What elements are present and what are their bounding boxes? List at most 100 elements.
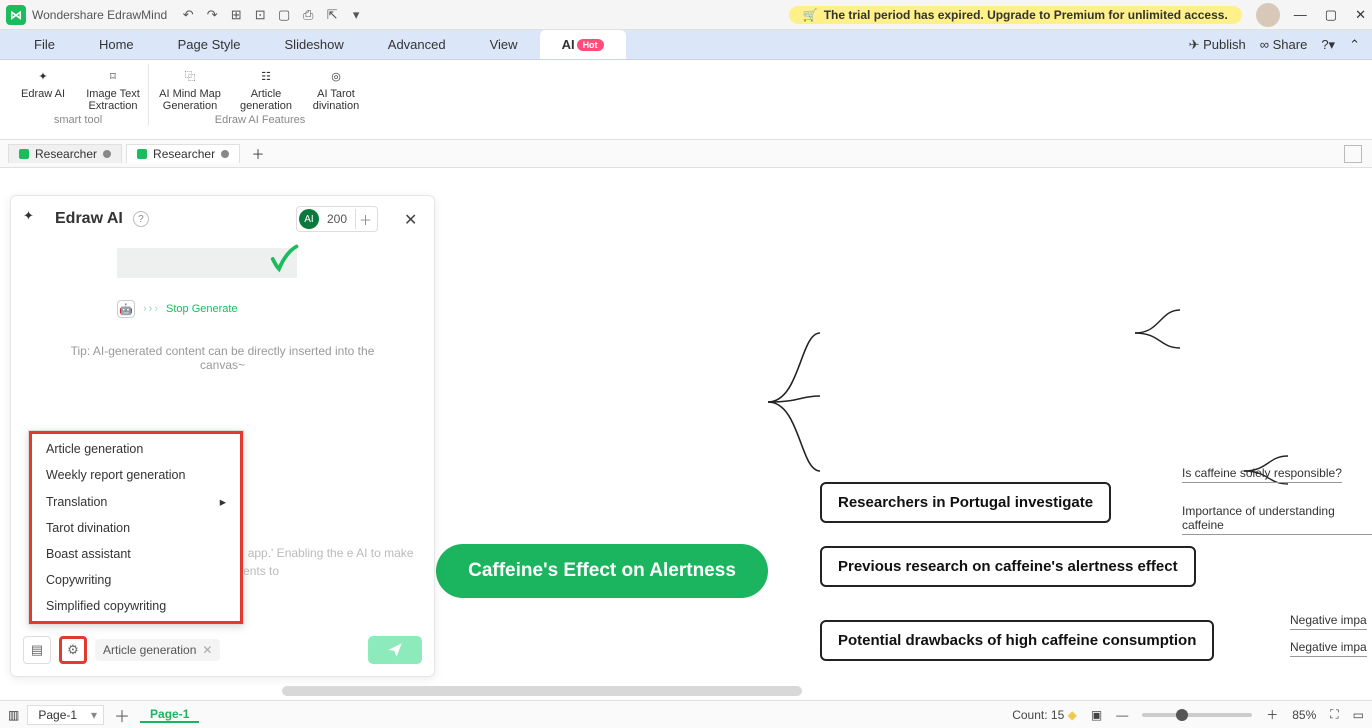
mindmap-leaf-1[interactable]: Is caffeine solely responsible? (1182, 466, 1342, 483)
tab-researcher-1[interactable]: Researcher (8, 144, 122, 163)
edraw-ai-button[interactable]: ✦ Edraw AI (14, 64, 72, 112)
close-icon[interactable]: ✕ (1355, 7, 1366, 23)
chip-remove-icon[interactable]: ✕ (202, 643, 212, 657)
ribbon-group-edraw-ai: ⿻ AI Mind Map Generation ☷ Article gener… (149, 64, 371, 126)
trial-text: The trial period has expired. Upgrade to… (824, 8, 1228, 22)
panel-toggle-icon[interactable] (1344, 145, 1362, 163)
page-tab[interactable]: Page-1 (140, 707, 199, 723)
send-button[interactable] (368, 636, 422, 664)
ai-tarot-button[interactable]: ◎ AI Tarot divination (307, 64, 365, 112)
minimize-icon[interactable]: — (1294, 7, 1307, 23)
checkmark-icon (269, 244, 299, 274)
avatar[interactable] (1256, 3, 1280, 27)
menu-file[interactable]: File (12, 30, 77, 59)
maximize-icon[interactable]: ▢ (1325, 7, 1337, 23)
add-page-button[interactable]: ＋ (112, 705, 132, 725)
menu-view[interactable]: View (468, 30, 540, 59)
quick-access-toolbar: ↶ ↷ ⊞ ⊡ ▢ ⎙ ⇱ ▾ (179, 6, 365, 24)
tarot-icon: ◎ (322, 64, 350, 88)
print-icon[interactable]: ⎙ (299, 6, 317, 24)
new-icon[interactable]: ⊞ (227, 6, 245, 24)
save-icon[interactable]: ▢ (275, 6, 293, 24)
image-text-extraction-button[interactable]: ⌑ Image Text Extraction (84, 64, 142, 112)
zoom-out-button[interactable]: — (1116, 708, 1128, 722)
stop-generate-button[interactable]: Stop Generate (166, 303, 238, 315)
app-logo: ⋈ (6, 5, 26, 25)
mindmap-leaf-4[interactable]: Negative impa (1290, 640, 1367, 657)
ai-tip-text: Tip: AI-generated content can be directl… (27, 344, 418, 372)
menu-page-style[interactable]: Page Style (156, 30, 263, 59)
mindmap-node-3[interactable]: Potential drawbacks of high caffeine con… (820, 620, 1214, 661)
outline-toggle-icon[interactable]: ▥ (8, 708, 19, 722)
hot-badge: Hot (577, 39, 604, 51)
zoom-slider[interactable] (1142, 713, 1252, 717)
menu-advanced[interactable]: Advanced (366, 30, 468, 59)
help-button[interactable]: ?▾ (1321, 37, 1335, 53)
doc-icon (19, 149, 29, 159)
ai-mindmap-button[interactable]: ⿻ AI Mind Map Generation (155, 64, 225, 112)
menu-home[interactable]: Home (77, 30, 156, 59)
cm-translation[interactable]: Translation ▸ (32, 488, 240, 515)
tab-label: Researcher (35, 147, 97, 161)
publish-button[interactable]: ✈ Publish (1189, 37, 1246, 53)
ai-panel-footer: ▤ ⚙ Article generation ✕ (11, 628, 434, 676)
help-icon[interactable]: ? (133, 211, 149, 227)
tab-researcher-2[interactable]: Researcher (126, 144, 240, 163)
count-label: Count: 15 ◆ (1012, 708, 1077, 722)
mindmap-node-2[interactable]: Previous research on caffeine's alertnes… (820, 546, 1196, 587)
menu-slideshow[interactable]: Slideshow (263, 30, 366, 59)
cm-weekly-report[interactable]: Weekly report generation (32, 462, 240, 488)
progress-arrows-icon: ››› (143, 303, 158, 315)
send-icon (386, 641, 404, 659)
ai-sparkle-icon: ✦ (23, 208, 45, 230)
mindmap-leaf-2[interactable]: Importance of understanding caffeine (1182, 504, 1372, 535)
chevron-right-icon: ▸ (220, 494, 226, 509)
close-panel-button[interactable]: ✕ (404, 210, 422, 228)
ribbon: ✦ Edraw AI ⌑ Image Text Extraction smart… (0, 60, 1372, 140)
menu-ai[interactable]: AI Hot (540, 30, 626, 59)
cm-article-generation[interactable]: Article generation (32, 436, 240, 462)
cm-tarot[interactable]: Tarot divination (32, 515, 240, 541)
cm-boast[interactable]: Boast assistant (32, 541, 240, 567)
add-tab-button[interactable]: ＋ (248, 144, 268, 164)
cm-translation-label: Translation (46, 495, 107, 509)
cm-copywriting[interactable]: Copywriting (32, 567, 240, 593)
zoom-in-button[interactable]: ＋ (1266, 706, 1278, 723)
article-generation-button[interactable]: ☷ Article generation (237, 64, 295, 112)
page-selector[interactable]: Page-1 (27, 705, 104, 725)
menu-ai-label: AI (562, 37, 575, 52)
tab-label: Researcher (153, 147, 215, 161)
undo-icon[interactable]: ↶ (179, 6, 197, 24)
trial-banner[interactable]: 🛒 The trial period has expired. Upgrade … (789, 6, 1242, 24)
article-icon: ☷ (252, 64, 280, 88)
ai-mode-button[interactable]: ⚙ (59, 636, 87, 664)
collapse-ribbon-icon[interactable]: ⌃ (1349, 37, 1360, 53)
export-icon[interactable]: ⇱ (323, 6, 341, 24)
fullscreen-icon[interactable]: ⛶ (1330, 707, 1338, 722)
statusbar: ▥ Page-1 ＋ Page-1 Count: 15 ◆ ▣ — ＋ 85% … (0, 700, 1372, 728)
presentation-icon[interactable]: ▭ (1353, 708, 1364, 722)
image-text-extraction-label: Image Text Extraction (84, 88, 142, 112)
insert-mode-button[interactable]: ▤ (23, 636, 51, 664)
zoom-value: 85% (1292, 708, 1316, 722)
mode-chip-label: Article generation (103, 643, 196, 657)
mindmap-icon: ⿻ (176, 64, 204, 88)
horizontal-scrollbar[interactable] (282, 686, 1322, 698)
bot-icon: 🤖 (117, 300, 135, 318)
open-icon[interactable]: ⊡ (251, 6, 269, 24)
redo-icon[interactable]: ↷ (203, 6, 221, 24)
qa-more-icon[interactable]: ▾ (347, 6, 365, 24)
mindmap-leaf-3[interactable]: Negative impa (1290, 613, 1367, 630)
mindmap-root-node[interactable]: Caffeine's Effect on Alertness (436, 544, 768, 598)
share-button[interactable]: ∞ Share (1260, 37, 1308, 52)
cm-simplified-copywriting[interactable]: Simplified copywriting (32, 593, 240, 619)
edraw-ai-label: Edraw AI (21, 88, 65, 100)
credit-counter: AI 200 ＋ (296, 206, 378, 232)
ai-tarot-label: AI Tarot divination (307, 88, 365, 112)
menubar: File Home Page Style Slideshow Advanced … (0, 30, 1372, 60)
fit-view-icon[interactable]: ▣ (1091, 708, 1102, 722)
ribbon-group-label-smart: smart tool (54, 114, 102, 126)
add-credits-button[interactable]: ＋ (355, 209, 375, 229)
mindmap-node-1[interactable]: Researchers in Portugal investigate (820, 482, 1111, 523)
mode-chip[interactable]: Article generation ✕ (95, 639, 220, 661)
